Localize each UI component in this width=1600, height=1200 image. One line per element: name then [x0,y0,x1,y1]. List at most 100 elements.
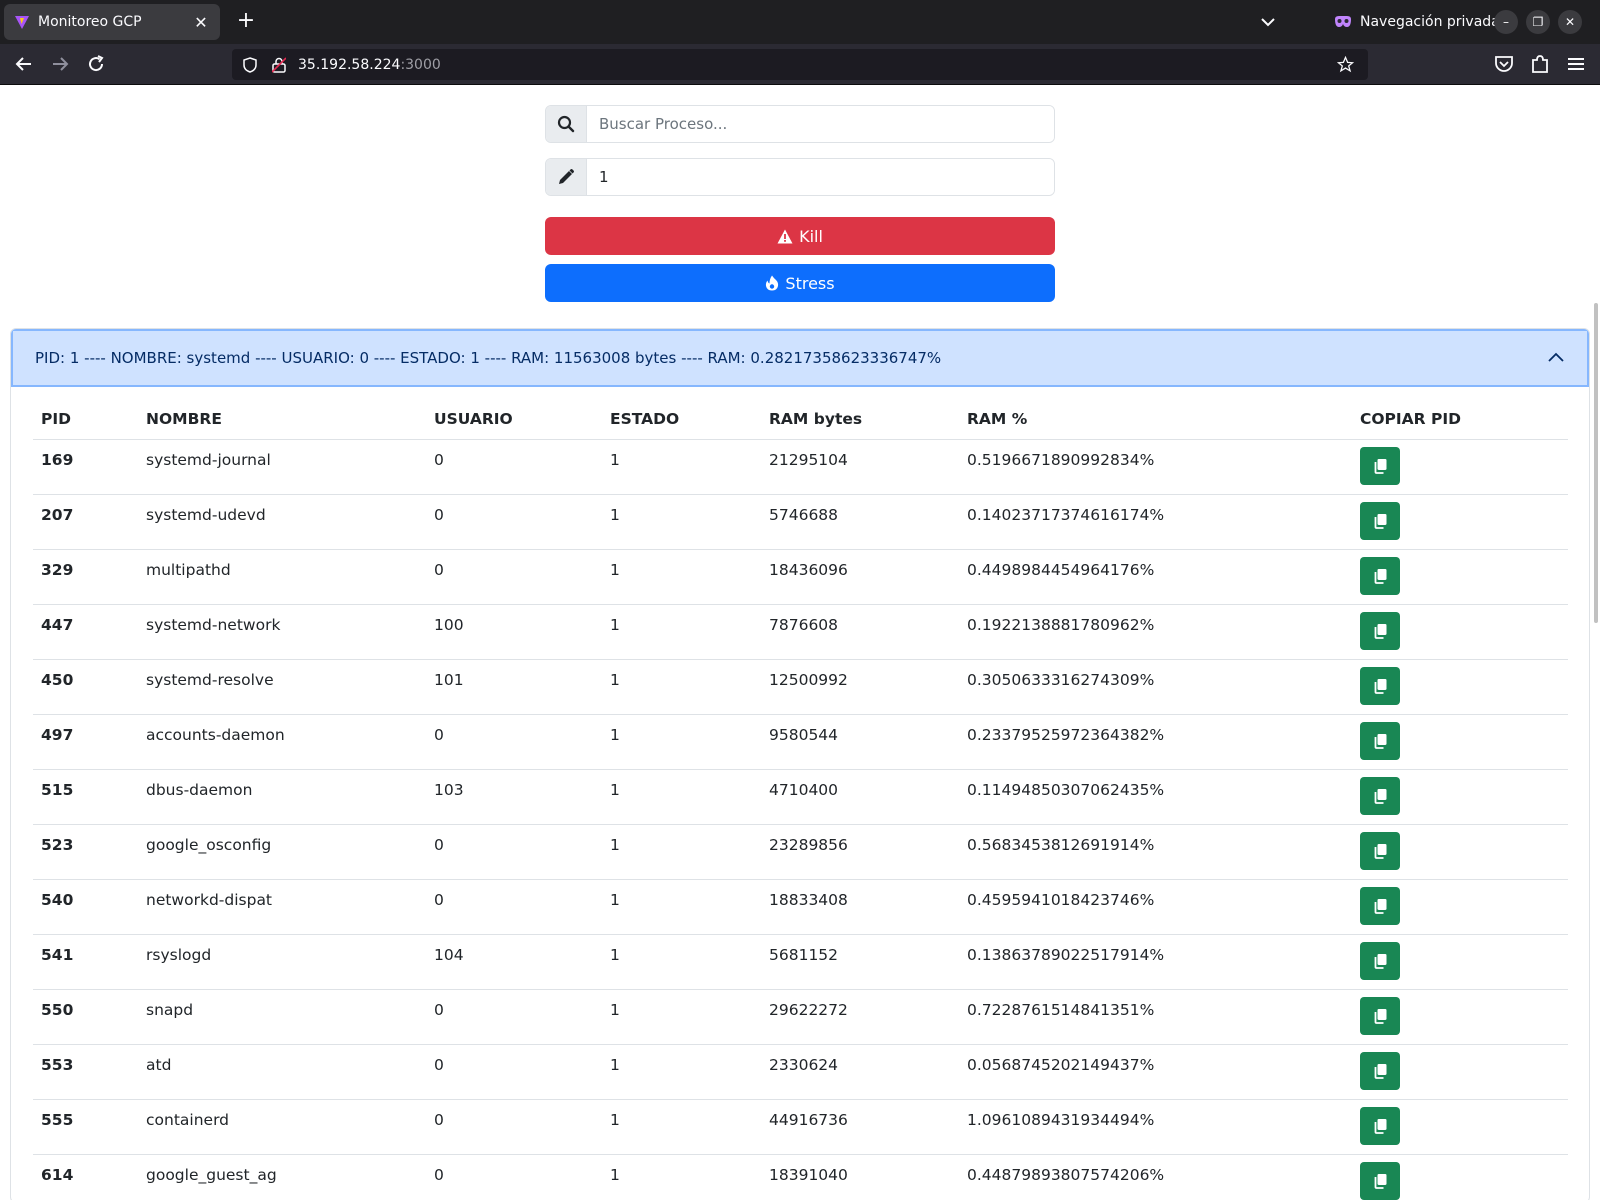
cell-user: 0 [426,1099,602,1155]
cell-state: 1 [602,879,761,935]
cell-name: systemd-resolve [138,659,426,715]
kill-button[interactable]: Kill [545,217,1055,255]
cell-user: 104 [426,934,602,990]
copy-icon [1374,843,1386,859]
fire-icon [766,275,779,291]
table-row: 329 multipathd 0 1 18436096 0.449898445496417… [33,549,1568,605]
cell-ram-bytes: 18833408 [761,879,959,935]
stress-button[interactable]: Stress [545,264,1055,302]
cell-pid: 553 [33,1044,138,1100]
cell-state: 1 [602,714,761,770]
browser-tab[interactable]: Monitoreo GCP ✕ [4,4,220,40]
minimize-icon[interactable]: – [1494,10,1518,34]
cell-state: 1 [602,1099,761,1155]
copy-pid-button[interactable] [1360,611,1400,650]
header-ram-bytes: RAM bytes [761,399,959,440]
cell-state: 1 [602,934,761,990]
search-input[interactable] [587,106,1054,142]
cell-pid: 541 [33,934,138,990]
cell-pid: 540 [33,879,138,935]
cell-copy [1352,989,1568,1045]
cell-ram-bytes: 2330624 [761,1044,959,1100]
copy-pid-button[interactable] [1360,501,1400,540]
copy-icon [1374,513,1386,529]
cell-ram-pct: 0.11494850307062435% [959,769,1352,825]
cell-pid: 497 [33,714,138,770]
pid-input[interactable] [587,159,1054,195]
shield-icon[interactable] [242,56,258,73]
process-accordion: PID: 1 ---- NOMBRE: systemd ---- USUARIO… [10,328,1590,1200]
cell-ram-bytes: 23289856 [761,824,959,880]
restore-icon[interactable]: ❐ [1526,10,1550,34]
copy-pid-button[interactable] [1360,776,1400,815]
pocket-icon[interactable] [1492,52,1516,76]
copy-pid-button[interactable] [1360,446,1400,485]
chevron-up-icon[interactable] [1547,349,1565,367]
cell-ram-bytes: 5746688 [761,494,959,550]
copy-icon [1374,458,1386,474]
copy-icon [1374,1063,1386,1079]
cell-ram-pct: 0.44879893807574206% [959,1154,1352,1200]
hamburger-menu-icon[interactable] [1564,52,1588,76]
table-row: 553 atd 0 1 2330624 0.0568745202149437% [33,1044,1568,1100]
cell-ram-pct: 0.4498984454964176% [959,549,1352,605]
browser-nav-bar: 35.192.58.224:3000 [0,44,1600,85]
chevron-down-icon[interactable] [1256,10,1280,34]
private-browsing-indicator: Navegación privada [1334,12,1500,32]
forward-arrow-icon[interactable] [48,52,72,76]
copy-pid-button[interactable] [1360,941,1400,980]
cell-pid: 550 [33,989,138,1045]
back-arrow-icon[interactable] [12,52,36,76]
table-row: 614 google_guest_ag 0 1 18391040 0.4487989380… [33,1154,1568,1200]
cell-name: systemd-network [138,604,426,660]
pid-addon [546,159,587,195]
reload-icon[interactable] [84,52,108,76]
bookmark-star-icon[interactable] [1337,56,1354,73]
cell-ram-bytes: 18436096 [761,549,959,605]
table-row: 541 rsyslogd 104 1 5681152 0.1386378902251791… [33,934,1568,990]
cell-ram-pct: 0.5683453812691914% [959,824,1352,880]
copy-icon [1374,733,1386,749]
cell-state: 1 [602,494,761,550]
cell-state: 1 [602,1044,761,1100]
accordion-header[interactable]: PID: 1 ---- NOMBRE: systemd ---- USUARIO… [11,329,1589,387]
extensions-puzzle-icon[interactable] [1528,52,1552,76]
copy-icon [1374,568,1386,584]
copy-icon [1374,1173,1386,1189]
copy-pid-button[interactable] [1360,996,1400,1035]
child-process-table: PID NOMBRE USUARIO ESTADO RAM bytes RAM … [33,399,1568,1200]
copy-pid-button[interactable] [1360,1051,1400,1090]
copy-pid-button[interactable] [1360,886,1400,925]
url-bar[interactable]: 35.192.58.224:3000 [232,49,1368,80]
cell-copy [1352,934,1568,990]
url-text: 35.192.58.224:3000 [298,57,441,73]
header-nombre: NOMBRE [138,399,426,440]
copy-pid-button[interactable] [1360,556,1400,595]
scrollbar-thumb[interactable] [1594,303,1598,623]
cell-copy [1352,1154,1568,1200]
insecure-lock-icon[interactable] [272,56,286,73]
copy-pid-button[interactable] [1360,1106,1400,1145]
cell-copy [1352,1099,1568,1155]
table-header-row: PID NOMBRE USUARIO ESTADO RAM bytes RAM … [33,399,1568,440]
copy-pid-button[interactable] [1360,1161,1400,1200]
cell-state: 1 [602,659,761,715]
copy-pid-button[interactable] [1360,721,1400,760]
copy-pid-button[interactable] [1360,831,1400,870]
pencil-icon [559,169,574,184]
copy-pid-button[interactable] [1360,666,1400,705]
copy-icon [1374,788,1386,804]
cell-name: dbus-daemon [138,769,426,825]
new-tab-icon[interactable]: + [232,8,260,36]
vite-favicon-icon [15,16,29,29]
cell-ram-pct: 0.14023717374616174% [959,494,1352,550]
cell-ram-pct: 0.0568745202149437% [959,1044,1352,1100]
warning-triangle-icon [777,229,793,243]
cell-name: atd [138,1044,426,1100]
cell-user: 103 [426,769,602,825]
table-row: 497 accounts-daemon 0 1 9580544 0.23379525972… [33,714,1568,770]
cell-user: 101 [426,659,602,715]
cell-user: 0 [426,989,602,1045]
close-window-icon[interactable]: ✕ [1558,10,1582,34]
tab-close-icon[interactable]: ✕ [192,13,210,32]
